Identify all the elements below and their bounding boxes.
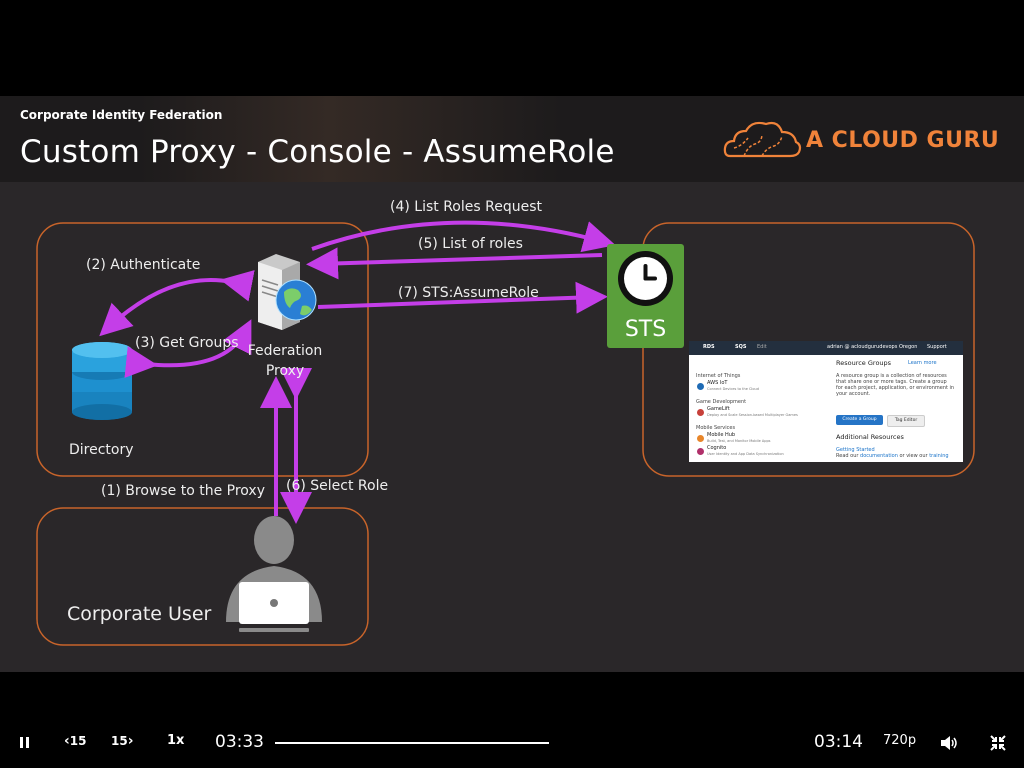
database-icon [72,342,132,420]
user-icon [226,516,322,632]
label-get-groups: (3) Get Groups [135,335,239,351]
tag-editor-button[interactable]: Tag Editor [887,415,925,427]
label-sts-assumerole: (7) STS:AssumeRole [398,285,539,301]
pause-icon[interactable] [19,737,31,749]
iot-icon [697,383,704,390]
console-nav-bar: RDS SQS Edit adrian @ acloudgurudevops O… [689,341,963,355]
aws-console-screenshot: RDS SQS Edit adrian @ acloudgurudevops O… [689,341,963,462]
quality-button[interactable]: 720p [883,733,916,748]
sts-label: STS [624,317,667,342]
label-authenticate: (2) Authenticate [86,257,201,273]
video-player: Corporate Identity Federation Custom Pro… [0,0,1024,768]
volume-icon[interactable] [940,735,958,751]
server-globe-icon [258,254,317,330]
arrow-list-of-roles [306,247,603,280]
speed-button[interactable]: 1x [167,733,184,748]
exit-fullscreen-icon[interactable] [990,735,1006,751]
rewind-15-button[interactable]: ‹15 [64,733,86,749]
clock-icon [618,251,673,306]
label-directory: Directory [69,442,134,458]
create-group-button[interactable]: Create a Group [836,415,883,425]
label-select-role: (6) Select Role [286,478,389,494]
mobile-hub-icon [697,435,704,442]
gamelift-icon [697,409,704,416]
label-list-of-roles: (5) List of roles [418,236,523,252]
remaining-time: 03:14 [814,732,863,752]
player-controls: ‹15 15› 1x 03:33 03:14 720p [0,718,1024,768]
forward-15-button[interactable]: 15› [111,733,133,749]
progress-bar[interactable] [275,742,549,744]
label-corporate-user: Corporate User [67,603,212,625]
chevron-right-icon: › [127,733,134,749]
elapsed-time: 03:33 [215,732,264,752]
cognito-icon [697,448,704,455]
label-list-roles-request: (4) List Roles Request [390,199,542,215]
arrow-authenticate [99,270,255,337]
label-browse-to-proxy: (1) Browse to the Proxy [101,483,265,499]
label-federation-proxy: Federation Proxy [247,343,323,379]
sts-box: STS [607,244,684,348]
